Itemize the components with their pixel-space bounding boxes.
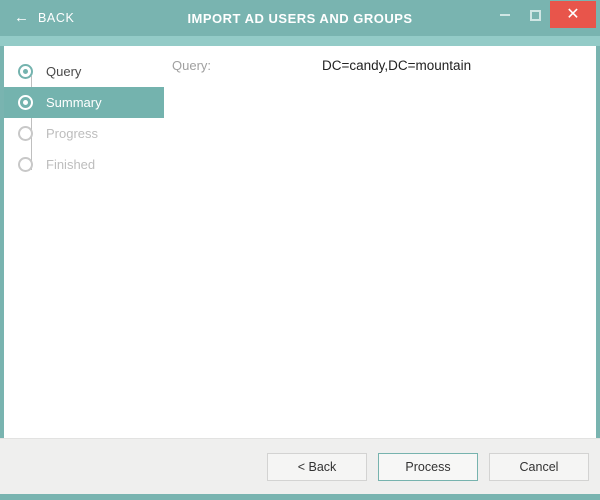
query-field-value: DC=candy,DC=mountain	[322, 58, 472, 73]
step-indicator-icon	[18, 157, 33, 172]
sidebar-item-progress: Progress	[4, 118, 164, 149]
import-wizard-window: ← BACK IMPORT AD USERS AND GROUPS ✕ Quer…	[0, 0, 600, 500]
sidebar-item-summary[interactable]: Summary	[4, 87, 164, 118]
maximize-button[interactable]	[520, 0, 550, 30]
step-indicator-icon	[18, 64, 33, 79]
sidebar-item-label: Finished	[46, 157, 96, 172]
footer-bar: < Back Process Cancel	[0, 438, 600, 494]
title-bar: ← BACK IMPORT AD USERS AND GROUPS ✕	[0, 0, 600, 36]
back-button[interactable]: ← BACK	[0, 0, 84, 36]
query-field-row: Query: DC=candy,DC=mountain	[164, 58, 596, 80]
minimize-icon	[500, 14, 510, 16]
accent-strip	[0, 36, 600, 46]
sidebar-item-query[interactable]: Query	[4, 56, 164, 87]
back-button-label: BACK	[38, 11, 75, 25]
close-icon: ✕	[566, 5, 580, 23]
sidebar-item-label: Progress	[46, 126, 99, 141]
step-navigation: Query Summary Progress Finished	[4, 46, 164, 438]
sidebar-item-label: Query	[46, 64, 82, 79]
process-button[interactable]: Process	[378, 452, 478, 481]
close-button[interactable]: ✕	[550, 1, 596, 28]
sidebar-item-label: Summary	[46, 95, 102, 110]
maximize-icon	[529, 9, 541, 21]
query-field-label: Query:	[172, 58, 212, 73]
content-area: Query Summary Progress Finished Query: D…	[4, 46, 596, 438]
arrow-left-icon: ←	[14, 9, 29, 26]
back-nav-button[interactable]: < Back	[267, 452, 367, 481]
step-indicator-icon	[18, 126, 33, 141]
step-indicator-icon	[18, 95, 33, 110]
window-controls: ✕	[490, 0, 600, 36]
sidebar-item-finished: Finished	[4, 149, 164, 180]
cancel-button[interactable]: Cancel	[489, 452, 589, 481]
summary-panel: Query: DC=candy,DC=mountain	[164, 46, 596, 438]
minimize-button[interactable]	[490, 0, 520, 30]
